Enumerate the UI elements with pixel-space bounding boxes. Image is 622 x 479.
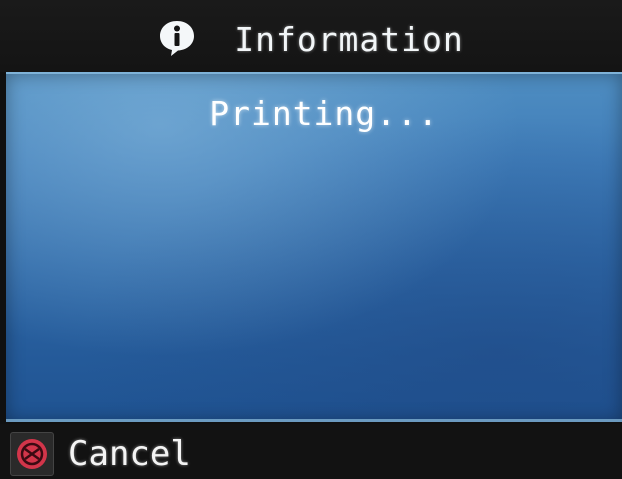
cancel-label: Cancel: [68, 434, 191, 474]
divider: [6, 419, 622, 422]
status-text: Printing...: [209, 94, 439, 133]
page-title: Information: [234, 19, 464, 59]
footer-bar: Cancel: [0, 424, 622, 479]
content-panel: Printing...: [6, 72, 622, 422]
header-bar: Information: [0, 0, 622, 72]
cancel-button[interactable]: Cancel: [10, 430, 191, 478]
stop-icon: [10, 432, 54, 476]
info-icon: [158, 19, 196, 57]
printer-lcd-screen: Information Printing... Cancel: [0, 0, 622, 479]
